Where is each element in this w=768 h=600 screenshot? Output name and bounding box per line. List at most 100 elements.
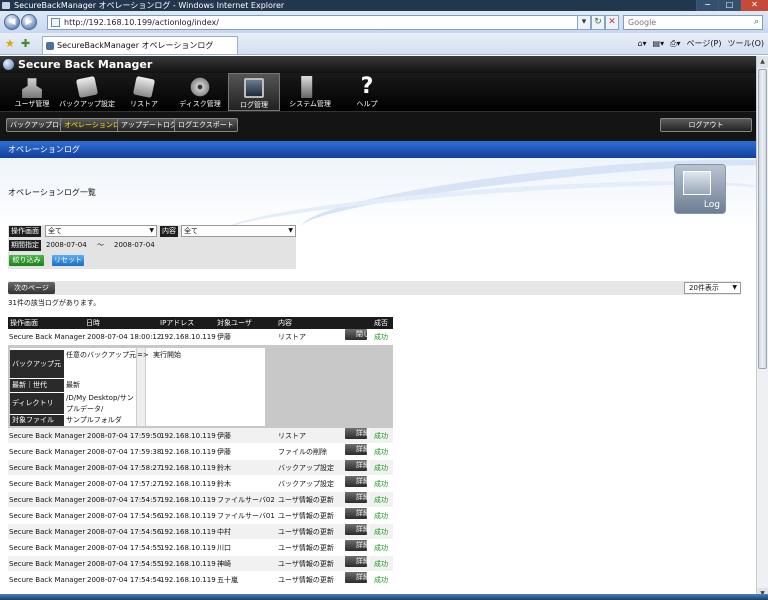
- tools-menu[interactable]: ツール(O): [727, 37, 764, 51]
- detail-button[interactable]: 詳細: [345, 476, 370, 487]
- date-from[interactable]: 2008-07-04: [46, 240, 87, 251]
- table-row[interactable]: Secure Back Manager 2008-07-04 17:59:50 19…: [8, 428, 393, 444]
- cell-ip: 192.168.10.119: [160, 432, 216, 440]
- table-header: 操作画面 日時 IPアドレス 対象ユーザ 内容 成否: [8, 317, 393, 329]
- table-row[interactable]: Secure Back Manager 2008-07-04 17:54:56 19…: [8, 508, 393, 524]
- maximize-icon[interactable]: □: [718, 0, 740, 11]
- page-menu[interactable]: ページ(P): [687, 37, 722, 51]
- restore-icon: [132, 75, 156, 99]
- detail-value-text: /D/My Desktop/サンプルデータ/: [66, 394, 134, 413]
- stop-icon[interactable]: ✕: [605, 15, 619, 30]
- table-row[interactable]: Secure Back Manager 2008-07-04 17:54:57 19…: [8, 492, 393, 508]
- back-arrow-icon[interactable]: ◀: [4, 14, 20, 30]
- table-row[interactable]: Secure Back Manager 2008-07-04 17:54:54 19…: [8, 572, 393, 588]
- cell-screen: Secure Back Manager: [9, 512, 86, 520]
- tool-label: ユーザ管理: [14, 100, 50, 108]
- tool-user-management[interactable]: ユーザ管理: [10, 73, 54, 111]
- tool-restore[interactable]: リストア: [124, 73, 164, 111]
- tool-label: リストア: [130, 100, 158, 108]
- next-page-button[interactable]: 次のページ: [8, 282, 55, 294]
- pager-bar: [8, 281, 741, 295]
- result-count: 31件の該当ログがあります。: [8, 299, 101, 307]
- apply-filter-button[interactable]: 絞り込み: [9, 255, 44, 266]
- detail-button[interactable]: 詳細: [345, 460, 370, 471]
- detail-button[interactable]: 詳細: [345, 428, 370, 439]
- col-ip: IPアドレス: [160, 319, 195, 327]
- table-row[interactable]: Secure Back Manager 2008-07-04 17:58:27 19…: [8, 460, 393, 476]
- detail-button[interactable]: 詳細: [345, 444, 370, 455]
- per-page-select[interactable]: 20件表示 ▼: [684, 282, 741, 294]
- detail-button[interactable]: 詳細: [345, 572, 370, 583]
- detail-value-text: 最新: [66, 381, 80, 389]
- cell-user: 鈴木: [217, 480, 231, 488]
- browser-tab[interactable]: SecureBackManager オペレーションログ: [42, 36, 238, 54]
- tool-help[interactable]: ? ヘルプ: [350, 73, 384, 111]
- detail-button-label: 詳細: [356, 461, 370, 469]
- cell-datetime: 2008-07-04 18:00:12: [87, 333, 162, 341]
- forward-arrow-icon[interactable]: ▶: [21, 14, 37, 30]
- vertical-scrollbar[interactable]: ▲ ▼: [756, 56, 768, 600]
- table-row[interactable]: Secure Back Manager 2008-07-04 18:00:12 …: [8, 329, 393, 345]
- detail-value-text: 任意のバックアップ元: [66, 351, 136, 359]
- detail-button-label: 詳細: [356, 525, 370, 533]
- detail-button-label: 詳細: [356, 493, 370, 501]
- content-filter-select[interactable]: 全て ▼: [181, 225, 296, 237]
- close-detail-button[interactable]: 閉じる: [345, 329, 377, 340]
- subtab-update-log[interactable]: アップデートログ: [117, 118, 181, 132]
- detail-button[interactable]: 詳細: [345, 508, 370, 519]
- tool-disk-management[interactable]: ディスク管理: [176, 73, 224, 111]
- tool-log-management[interactable]: ログ管理: [228, 73, 280, 111]
- address-dropdown-icon[interactable]: ▾: [577, 15, 591, 30]
- add-favorites-icon[interactable]: ✚: [21, 37, 30, 50]
- tool-system-management[interactable]: システム管理: [286, 73, 334, 111]
- subtab-log-export[interactable]: ログエクスポート: [174, 118, 238, 132]
- detail-arrow: =>: [137, 351, 149, 359]
- minimize-icon[interactable]: −: [696, 0, 718, 11]
- cell-user: 川口: [217, 544, 231, 552]
- tool-backup-settings[interactable]: バックアップ設定: [58, 73, 116, 111]
- table-row[interactable]: Secure Back Manager 2008-07-04 17:59:38 19…: [8, 444, 393, 460]
- scroll-thumb[interactable]: [758, 69, 767, 369]
- detail-button[interactable]: 詳細: [345, 524, 370, 535]
- address-input[interactable]: http://192.168.10.199/actionlog/index/: [47, 15, 595, 30]
- screen-filter-select[interactable]: 全て ▼: [45, 225, 157, 237]
- detail-button[interactable]: 詳細: [345, 540, 370, 551]
- detail-label: 対象ファイル: [10, 415, 64, 426]
- ie-logo-icon: [2, 2, 10, 9]
- page-title: オペレーションログ: [8, 145, 80, 154]
- table-row[interactable]: Secure Back Manager 2008-07-04 17:54:55 19…: [8, 540, 393, 556]
- scroll-up-icon[interactable]: ▲: [757, 56, 768, 68]
- list-title: オペレーションログ一覧: [8, 188, 96, 197]
- home-icon[interactable]: ⌂▾: [637, 37, 646, 51]
- table-row[interactable]: Secure Back Manager 2008-07-04 17:54:55 19…: [8, 556, 393, 572]
- cell-content: ユーザ情報の更新: [278, 512, 334, 520]
- header-wave-decoration: [0, 158, 756, 258]
- refresh-icon[interactable]: ↻: [591, 15, 605, 30]
- cell-datetime: 2008-07-04 17:54:56: [87, 512, 162, 520]
- next-page-label: 次のページ: [14, 284, 49, 292]
- feeds-icon[interactable]: ▤▾: [653, 37, 665, 51]
- subtab-label: ログエクスポート: [178, 121, 234, 129]
- detail-button[interactable]: 詳細: [345, 492, 370, 503]
- reset-filter-button[interactable]: リセット: [52, 255, 84, 266]
- tool-label: バックアップ設定: [59, 100, 115, 108]
- logout-button[interactable]: ログアウト: [660, 118, 752, 132]
- sub-navigation: バックアップログ オペレーションログ アップデートログ ログエクスポート ログア…: [0, 111, 756, 141]
- search-input[interactable]: Google ⌕: [623, 15, 763, 30]
- chevron-down-icon: ▼: [149, 227, 154, 234]
- detail-button[interactable]: 詳細: [345, 556, 370, 567]
- favorites-star-icon[interactable]: ★: [5, 37, 15, 50]
- cell-screen: Secure Back Manager: [9, 480, 86, 488]
- detail-button-label: 詳細: [356, 573, 370, 581]
- search-icon[interactable]: ⌕: [754, 16, 759, 29]
- address-bar-row: ◀ ▶ http://192.168.10.199/actionlog/inde…: [0, 11, 768, 33]
- cell-content: ユーザ情報の更新: [278, 560, 334, 568]
- reset-filter-label: リセット: [54, 256, 82, 264]
- print-icon[interactable]: ⎙▾: [670, 37, 680, 51]
- date-to[interactable]: 2008-07-04: [114, 240, 155, 251]
- table-row[interactable]: Secure Back Manager 2008-07-04 17:54:56 19…: [8, 524, 393, 540]
- table-row[interactable]: Secure Back Manager 2008-07-04 17:57:27 19…: [8, 476, 393, 492]
- cell-result: 成功: [374, 333, 388, 341]
- close-icon[interactable]: ✕: [740, 0, 768, 11]
- cell-ip: 192.168.10.119: [160, 480, 216, 488]
